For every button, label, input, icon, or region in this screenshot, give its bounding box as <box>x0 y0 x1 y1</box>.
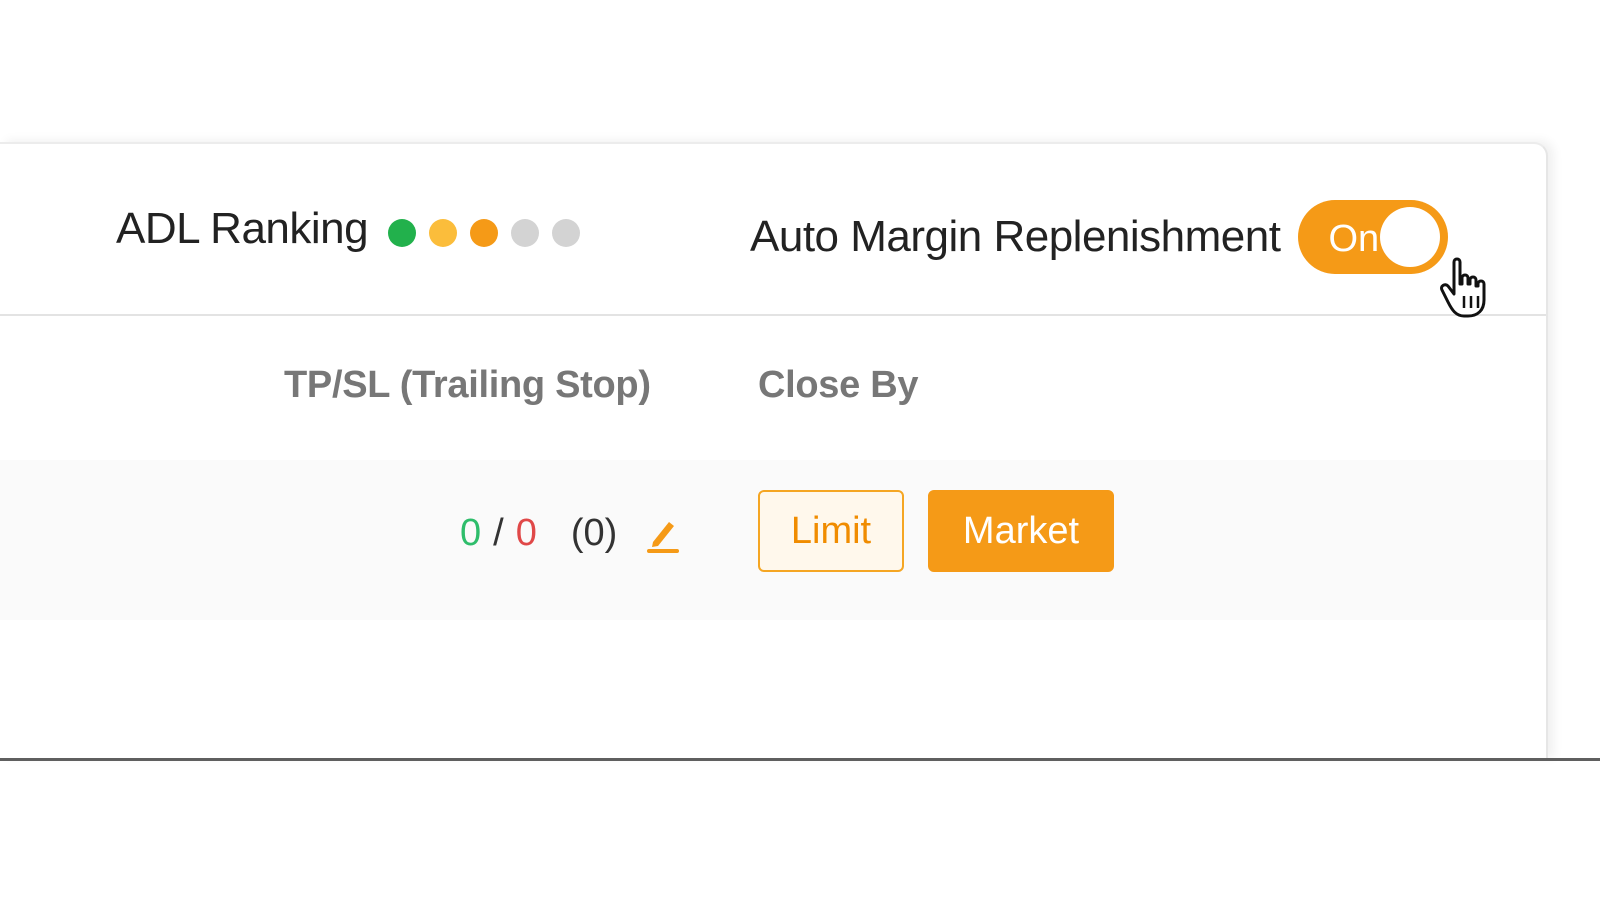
adl-dot-1 <box>388 219 417 247</box>
position-panel: ADL Ranking Auto Margin Replenishment On <box>0 142 1548 760</box>
screen: ADL Ranking Auto Margin Replenishment On <box>0 0 1600 900</box>
adl-dot-2 <box>429 219 458 247</box>
auto-margin-label: Auto Margin Replenishment <box>750 212 1281 261</box>
adl-ranking-indicator <box>388 219 581 247</box>
table-row: 0 / 0 (0) Limit Market <box>0 460 1546 620</box>
adl-ranking: ADL Ranking <box>116 204 581 254</box>
auto-margin-toggle[interactable]: On <box>1298 200 1449 274</box>
pencil-icon[interactable] <box>643 514 683 554</box>
divider <box>0 758 1600 761</box>
close-by-column-header: Close By <box>758 364 919 406</box>
hand-pointer-icon <box>1440 257 1486 318</box>
close-limit-button[interactable]: Limit <box>758 490 904 572</box>
adl-dot-5 <box>552 219 581 247</box>
trailing-stop-value: (0) <box>570 512 618 554</box>
adl-ranking-label: ADL Ranking <box>116 204 369 253</box>
panel-header: ADL Ranking Auto Margin Replenishment On <box>0 144 1546 318</box>
stop-loss-value: 0 <box>515 512 537 554</box>
adl-dot-4 <box>511 219 540 247</box>
auto-margin-replenishment: Auto Margin Replenishment On <box>750 200 1449 274</box>
tpsl-column-header: TP/SL (Trailing Stop) <box>284 364 651 406</box>
toggle-knob <box>1380 207 1441 267</box>
take-profit-value: 0 <box>460 512 482 554</box>
tpsl-separator: / <box>493 512 504 554</box>
toggle-state-label: On <box>1328 218 1380 260</box>
tpsl-cell: 0 / 0 (0) <box>460 512 683 555</box>
close-market-button[interactable]: Market <box>928 490 1114 572</box>
adl-dot-3 <box>470 219 499 247</box>
